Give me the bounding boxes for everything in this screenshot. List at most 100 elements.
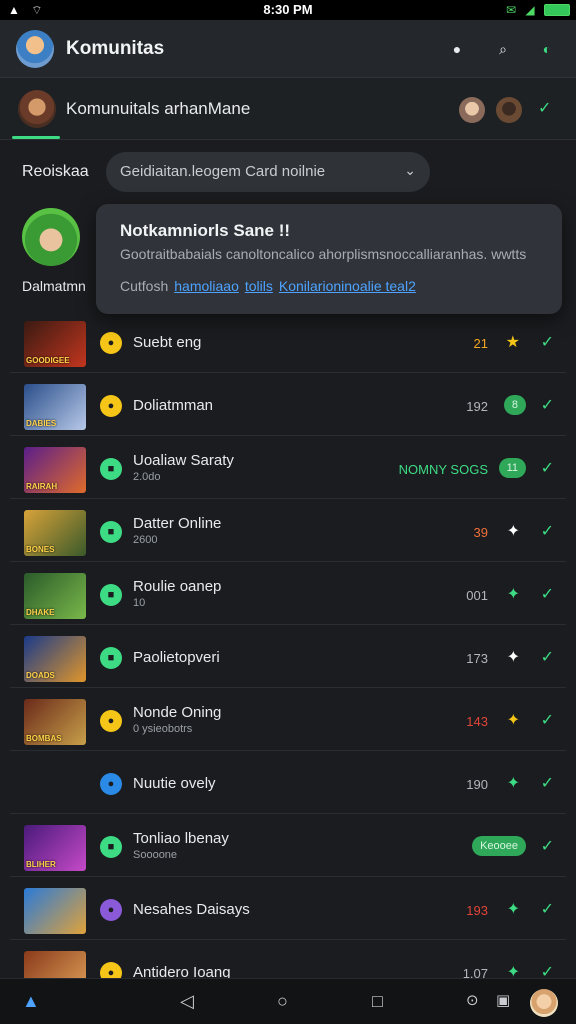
community-header[interactable]: Komunuitals arhanMane ✓ (0, 78, 576, 140)
star-icon[interactable]: ✦ (507, 899, 520, 919)
list-item[interactable]: BOMBAS ● Nonde Oning 0 ysieobotrs 143 ✦ ✓ (10, 688, 566, 751)
list-item[interactable]: ● Nuutie ovely 190 ✦ ✓ (10, 751, 566, 814)
status-badge-icon: ■ (100, 836, 122, 858)
popup-link[interactable]: tolils (245, 278, 273, 294)
record-icon[interactable]: ⊙ (466, 991, 479, 1009)
popup-body: Gootraitbabaials canoltoncalico ahorplis… (120, 246, 527, 262)
check-icon[interactable]: ✓ (541, 332, 554, 352)
thumbnail-caption: GOODIGEE (26, 356, 70, 365)
check-icon[interactable]: ✓ (541, 521, 554, 541)
thumbnail-caption: RAIRAH (26, 482, 58, 491)
status-badge-icon: ● (100, 899, 122, 921)
search-icon[interactable]: ⌕ (492, 38, 514, 60)
item-count: 39 (473, 525, 488, 540)
popup-title: Notkamniorls Sane !! (120, 221, 291, 240)
popup-links: Cutfosh hamoliaao tolils Konilarioninoalie … (120, 278, 416, 294)
popup-link[interactable]: Konilarioninoalie teal2 (279, 278, 416, 294)
list-item[interactable]: DHAKE ■ Roulie oanep 10 001 ✦ ✓ (10, 562, 566, 625)
active-tab-indicator (12, 136, 60, 139)
status-badge-icon: ● (100, 395, 122, 417)
check-icon[interactable]: ✓ (541, 899, 554, 919)
chevron-down-icon: ⌄ (404, 162, 416, 178)
item-title: Roulie oanep (133, 578, 222, 595)
item-count: 190 (466, 777, 488, 792)
profile-avatar[interactable] (22, 208, 80, 266)
category-dropdown[interactable]: Geidiaitan.leogem Card noilnie ⌄ (106, 152, 430, 192)
item-count: 21 (473, 336, 488, 351)
game-thumbnail[interactable] (24, 888, 86, 934)
item-count: NOMNY SOGS (398, 462, 488, 477)
game-thumbnail[interactable]: RAIRAH (24, 447, 86, 493)
item-title: Nuutie ovely (133, 775, 216, 792)
notification-icon[interactable]: ◐ (536, 38, 558, 60)
profile-name: Dalmatmn (22, 278, 86, 294)
app-avatar[interactable] (16, 30, 54, 68)
thumbnail-caption: BLIHER (26, 860, 56, 869)
item-title: Nesahes Daisays (133, 901, 250, 918)
check-icon[interactable]: ✓ (541, 710, 554, 730)
check-icon[interactable]: ✓ (541, 836, 554, 856)
check-icon[interactable]: ✓ (541, 773, 554, 793)
list-item[interactable]: DABIES ● Doliatmman 192 8 ✓ (10, 373, 566, 436)
list-item[interactable]: BONES ■ Datter Online 2600 39 ✦ ✓ (10, 499, 566, 562)
profile-icon[interactable]: ● (446, 38, 468, 60)
status-time: 8:30 PM (263, 2, 313, 17)
list-item[interactable]: ● Nesahes Daisays 193 ✦ ✓ (10, 877, 566, 940)
check-icon[interactable]: ✓ (541, 584, 554, 604)
back-button[interactable]: ◁ (180, 991, 194, 1012)
list-item[interactable]: GOODIGEE ● Suebt eng 21 ★ ✓ (10, 310, 566, 373)
list-item[interactable]: BLIHER ■ Tonliao lbenay Soooone Keooee ✓ (10, 814, 566, 877)
game-thumbnail[interactable]: DOADS (24, 636, 86, 682)
status-badge-icon: ● (100, 710, 122, 732)
star-icon[interactable]: ✦ (507, 647, 520, 667)
star-icon[interactable]: ✦ (507, 521, 520, 541)
star-icon[interactable]: ✦ (507, 710, 520, 730)
thumbnail-caption: DOADS (26, 671, 55, 680)
item-title: Uoaliaw Saraty (133, 452, 234, 469)
home-button[interactable]: ○ (277, 991, 288, 1012)
check-icon[interactable]: ✓ (541, 647, 554, 667)
check-icon[interactable]: ✓ (541, 395, 554, 415)
item-count: 192 (466, 399, 488, 414)
status-badge-icon: ■ (100, 584, 122, 606)
thumbnail-caption: BONES (26, 545, 55, 554)
home-icon[interactable]: ▲ (22, 991, 40, 1012)
popup-link[interactable]: hamoliaao (174, 278, 239, 294)
item-subtitle: 10 (133, 597, 146, 609)
status-badge-icon: ■ (100, 521, 122, 543)
app-bar: Komunitas ● ⌕ ◐ (0, 20, 576, 78)
bottom-nav: ▲ ◁ ○ □ ⊙ ▣ (0, 978, 576, 1024)
list-item[interactable]: DOADS ■ Paolietopveri 173 ✦ ✓ (10, 625, 566, 688)
game-thumbnail[interactable]: DABIES (24, 384, 86, 430)
item-count: 143 (466, 714, 488, 729)
popup-prefix: Cutfosh (120, 278, 169, 294)
item-title: Paolietopveri (133, 649, 220, 666)
item-title: Suebt eng (133, 334, 202, 351)
game-thumbnail[interactable]: BOMBAS (24, 699, 86, 745)
thumbnail-caption: BOMBAS (26, 734, 62, 743)
member-avatar[interactable] (459, 97, 485, 123)
user-avatar[interactable] (530, 989, 558, 1017)
star-icon[interactable]: ★ (506, 332, 520, 352)
count-pill[interactable]: 11 (498, 458, 526, 478)
star-icon[interactable]: ✦ (507, 773, 520, 793)
game-thumbnail[interactable]: BLIHER (24, 825, 86, 871)
item-subtitle: 2.0do (133, 471, 161, 483)
recents-button[interactable]: □ (372, 991, 383, 1012)
check-icon[interactable]: ✓ (541, 458, 554, 478)
game-list: GOODIGEE ● Suebt eng 21 ★ ✓ DABIES ● Doliatmman 1… (10, 310, 566, 1003)
chevron-down-icon[interactable]: ✓ (538, 98, 551, 118)
list-item[interactable]: RAIRAH ■ Uoaliaw Saraty 2.0do NOMNY SOGS 11 ✓ (10, 436, 566, 499)
game-thumbnail[interactable]: BONES (24, 510, 86, 556)
count-pill[interactable]: 8 (503, 395, 526, 415)
member-avatar[interactable] (496, 97, 522, 123)
game-thumbnail[interactable]: DHAKE (24, 573, 86, 619)
game-thumbnail[interactable]: GOODIGEE (24, 321, 86, 367)
community-name: Komunuitals arhanMane (66, 99, 251, 118)
item-count: 193 (466, 903, 488, 918)
count-pill[interactable]: Keooee (472, 836, 526, 856)
star-icon[interactable]: ✦ (507, 584, 520, 604)
thumbnail-caption: DHAKE (26, 608, 55, 617)
grid-icon[interactable]: ▣ (496, 991, 510, 1009)
status-badge-icon: ■ (100, 458, 122, 480)
